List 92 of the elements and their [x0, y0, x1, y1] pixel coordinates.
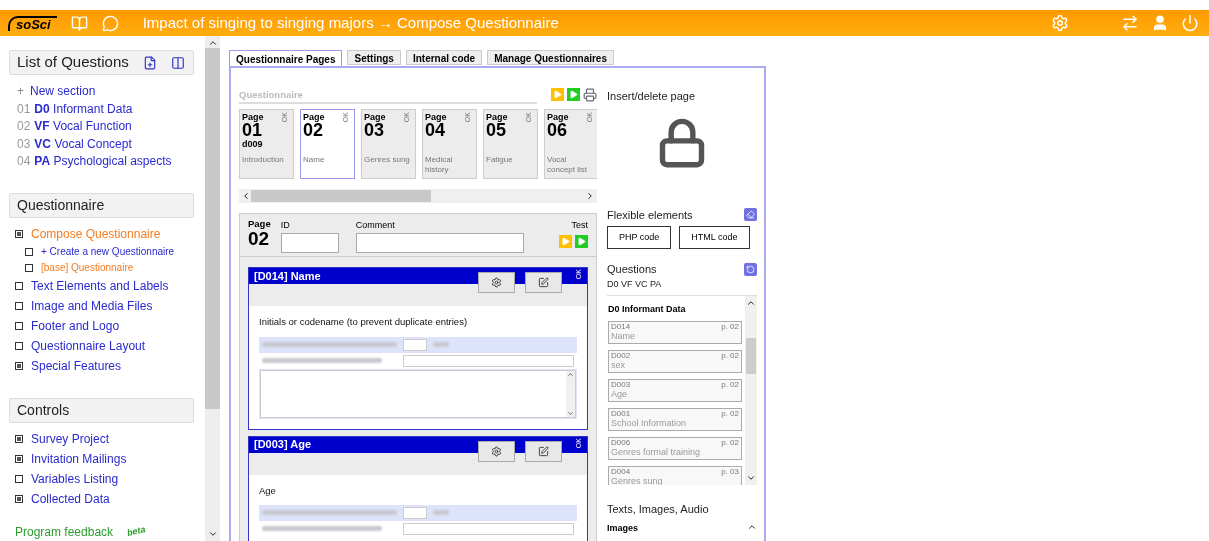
code-button[interactable]: PHP code	[607, 226, 672, 249]
code-button[interactable]: HTML code	[679, 226, 750, 249]
section-title: Questionnaire	[17, 195, 105, 215]
logo[interactable]: soSci	[8, 15, 57, 31]
page-label: Page	[303, 112, 325, 123]
page-title: Name	[303, 155, 326, 166]
page-label: Page	[248, 219, 271, 230]
page-number: 06	[547, 122, 569, 140]
page-reference: p. 02	[721, 437, 739, 447]
page-title: Impact of singing to singing majors → Compose Questionnaire	[142, 12, 559, 33]
section-link[interactable]: PA Psychological aspects	[34, 153, 172, 171]
page-title: Introduction	[242, 155, 285, 166]
tab[interactable]: Settings	[347, 50, 401, 65]
page-title: Medical history	[425, 155, 454, 176]
plus-icon: +	[17, 83, 24, 101]
question-code: D002	[611, 350, 631, 360]
panel-title: Texts, Images, Audio	[607, 502, 710, 517]
menu-link[interactable]: Footer and Logo	[31, 316, 120, 335]
field-label: ID	[280, 219, 291, 233]
question-item[interactable]: D002 p. 02 sex	[608, 349, 742, 373]
menu-link[interactable]: Text Elements and Labels	[31, 276, 169, 295]
panel-title: Questions	[607, 262, 657, 277]
feedback-link[interactable]: Program feedback	[15, 522, 114, 541]
page-number: 01	[242, 122, 264, 140]
menu-link[interactable]: Variables Listing	[31, 469, 119, 488]
question-item[interactable]: D001 p. 02 School Information	[608, 407, 742, 431]
menu-link[interactable]: Invitation Mailings	[31, 449, 127, 468]
field-label: Comment	[355, 219, 396, 233]
section-link[interactable]: VC Vocal Concept	[34, 135, 132, 153]
page-reference: p. 02	[721, 350, 739, 360]
question-item[interactable]: D014 p. 02 Name	[608, 320, 742, 344]
page-reference: p. 02	[721, 379, 739, 389]
page-number: 04	[425, 122, 447, 140]
section-title: List of Questions	[17, 52, 129, 73]
question-prompt: Initials or codename (to prevent duplicate entries)	[259, 315, 469, 330]
question-title: [D014] Name	[254, 269, 321, 284]
menu-link[interactable]: Special Features	[31, 356, 122, 375]
page-label: Page	[242, 112, 264, 123]
panel-title: Flexible elements	[607, 207, 693, 223]
menu-link[interactable]: Image and Media Files	[31, 296, 153, 315]
section-filter: D0 VF VC PA	[607, 277, 663, 291]
page-number: 03	[364, 122, 386, 140]
question-code: D006	[611, 437, 631, 447]
section-link[interactable]: D0 Informant Data	[34, 100, 133, 118]
page-label: Page	[364, 112, 386, 123]
section-number: 01	[17, 100, 31, 118]
page-id: d009	[242, 139, 264, 150]
question-title: Age	[611, 388, 627, 400]
menu-link[interactable]: Collected Data	[31, 489, 110, 508]
question-code: D003	[611, 379, 631, 389]
page-label: Page	[425, 112, 447, 123]
question-title: Name	[611, 330, 635, 342]
page-title: Vocal concept list	[547, 155, 589, 176]
tab[interactable]: Internal code	[405, 50, 483, 65]
page-number: 02	[303, 122, 325, 140]
section-number: 04	[17, 153, 31, 170]
tab[interactable]: Manage Questionnaires	[487, 50, 614, 65]
page-title: Genres sung	[364, 155, 411, 166]
new-section-link[interactable]: New section	[30, 83, 96, 101]
menu-link[interactable]: + Create a new Questionnaire	[41, 244, 175, 259]
section-label: Questionnaire	[239, 88, 537, 105]
question-item[interactable]: D004 p. 03 Genres sung	[608, 465, 742, 485]
question-title: [D003] Age	[254, 437, 312, 453]
page-reference: p. 02	[721, 321, 739, 331]
menu-link[interactable]: Questionnaire Layout	[31, 336, 146, 355]
section-number: 03	[17, 135, 31, 153]
question-title: sex	[611, 359, 625, 371]
page-number: 02	[248, 229, 270, 250]
section-title: Controls	[17, 400, 70, 420]
question-prompt: Age	[259, 483, 277, 498]
field-label: Test	[571, 219, 588, 233]
page-title: Fatigue	[486, 155, 514, 166]
question-code: D001	[611, 408, 631, 418]
panel-title: Insert/delete page	[607, 89, 697, 104]
page-reference: p. 02	[721, 408, 739, 418]
question-code: D014	[611, 321, 631, 331]
question-item[interactable]: D003 p. 02 Age	[608, 378, 742, 402]
group-title: D0 Informant Data	[608, 303, 687, 316]
group-title: Images	[607, 521, 639, 535]
section-link[interactable]: VF Vocal Function	[34, 118, 132, 136]
section-number: 02	[17, 118, 31, 135]
menu-link[interactable]: Survey Project	[31, 429, 110, 448]
page-number: 05	[486, 122, 508, 140]
beta-label: beta	[125, 522, 147, 540]
page-reference: p. 03	[721, 466, 739, 476]
question-title: Genres formal training	[611, 446, 701, 458]
page-label: Page	[547, 112, 569, 123]
question-title: Genres sung	[611, 475, 663, 485]
question-item[interactable]: D006 p. 02 Genres formal training	[608, 436, 742, 460]
question-code: D004	[611, 466, 631, 476]
question-title: School Information	[611, 417, 687, 429]
page-label: Page	[486, 112, 508, 123]
